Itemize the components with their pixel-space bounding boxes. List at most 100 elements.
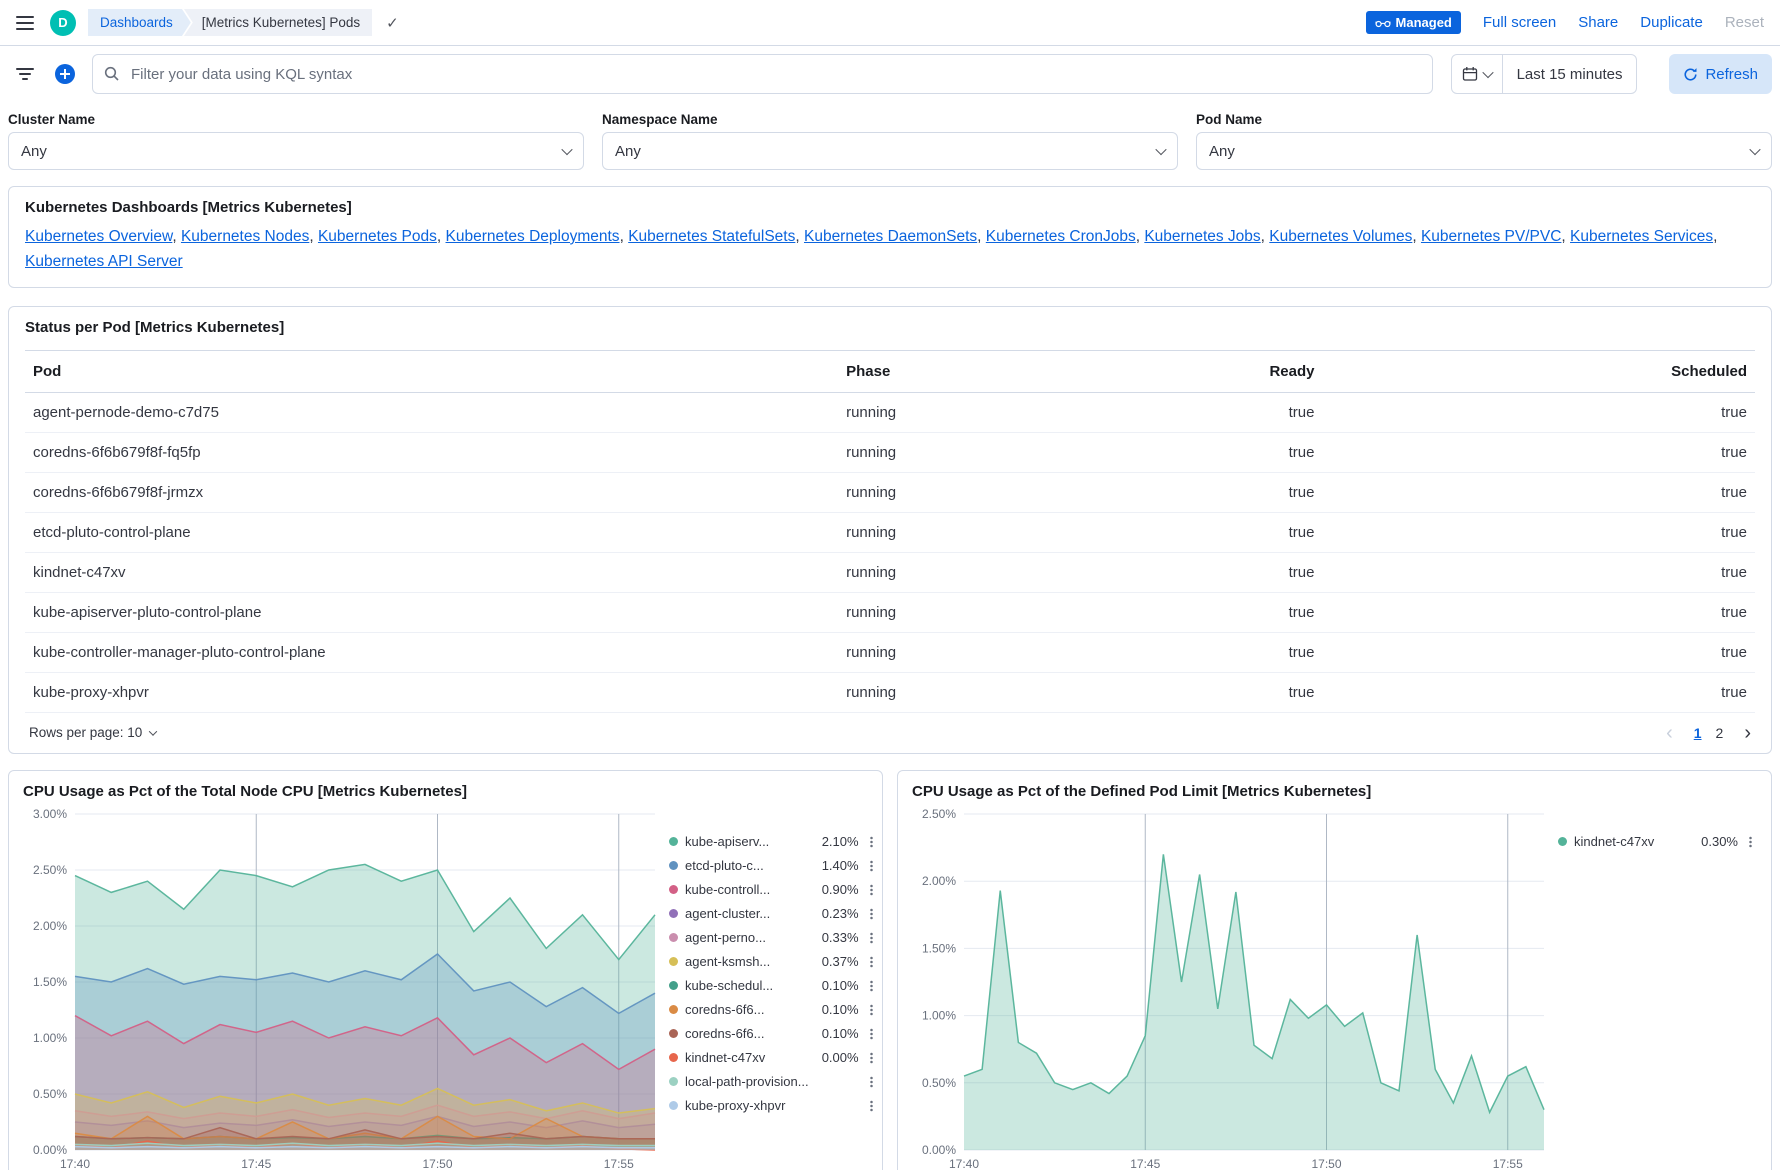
status-table-body: agent-pernode-demo-c7d75runningtruetruec… bbox=[25, 392, 1755, 712]
legend-menu-button[interactable] bbox=[865, 1075, 878, 1089]
series-color-dot bbox=[669, 1077, 678, 1086]
legend-menu-button[interactable] bbox=[865, 1003, 878, 1017]
legend-menu-button[interactable] bbox=[1744, 835, 1757, 849]
refresh-icon bbox=[1683, 67, 1698, 82]
managed-badge[interactable]: Managed bbox=[1366, 11, 1461, 34]
prev-page-button[interactable]: ‹ bbox=[1666, 723, 1673, 743]
duplicate-button[interactable]: Duplicate bbox=[1640, 14, 1703, 31]
svg-text:17:45: 17:45 bbox=[241, 1157, 271, 1170]
pod-name-select[interactable]: Any bbox=[1196, 132, 1772, 170]
table-row: agent-pernode-demo-c7d75runningtruetrue bbox=[25, 392, 1755, 432]
page-number-1[interactable]: 1 bbox=[1694, 725, 1702, 741]
control-label: Cluster Name bbox=[8, 112, 584, 127]
dashboard-link[interactable]: Kubernetes Services bbox=[1570, 228, 1713, 245]
series-color-dot bbox=[669, 1101, 678, 1110]
legend-item[interactable]: kube-proxy-xhpvr bbox=[669, 1094, 878, 1118]
next-page-button[interactable]: › bbox=[1744, 723, 1751, 743]
control-label: Pod Name bbox=[1196, 112, 1772, 127]
full-screen-button[interactable]: Full screen bbox=[1483, 14, 1556, 31]
ready-cell: true bbox=[1098, 552, 1323, 592]
legend-menu-button[interactable] bbox=[865, 907, 878, 921]
date-picker-menu-button[interactable] bbox=[1452, 55, 1503, 93]
links-panel-title: Kubernetes Dashboards [Metrics Kubernete… bbox=[25, 199, 1755, 216]
dashboard-link[interactable]: Kubernetes Pods bbox=[318, 228, 437, 245]
legend-menu-button[interactable] bbox=[865, 1051, 878, 1065]
share-button[interactable]: Share bbox=[1578, 14, 1618, 31]
legend-item[interactable]: agent-cluster...0.23% bbox=[669, 902, 878, 926]
link-separator: , bbox=[1561, 228, 1570, 245]
cpu-limit-chart-body: 0.00%0.50%1.00%1.50%2.00%2.50%17:4017:45… bbox=[912, 804, 1757, 1170]
legend-menu-button[interactable] bbox=[865, 835, 878, 849]
legend-menu-button[interactable] bbox=[865, 1027, 878, 1041]
link-separator: , bbox=[1261, 228, 1270, 245]
breadcrumb-dashboards[interactable]: Dashboards bbox=[88, 9, 191, 37]
cpu-node-chart[interactable]: 0.00%0.50%1.00%1.50%2.00%2.50%3.00%17:40… bbox=[23, 804, 663, 1170]
legend-item[interactable]: kube-controll...0.90% bbox=[669, 878, 878, 902]
rows-per-page-button[interactable]: Rows per page: 10 bbox=[29, 725, 156, 740]
col-header-ready[interactable]: Ready bbox=[1098, 350, 1323, 392]
page-number-2[interactable]: 2 bbox=[1716, 725, 1724, 741]
legend-item[interactable]: kindnet-c47xv0.00% bbox=[669, 1046, 878, 1070]
legend-menu-dots-icon bbox=[865, 907, 878, 921]
legend-item[interactable]: kindnet-c47xv0.30% bbox=[1558, 830, 1757, 854]
dashboard-link[interactable]: Kubernetes CronJobs bbox=[986, 228, 1136, 245]
ready-cell: true bbox=[1098, 512, 1323, 552]
legend-value: 0.23% bbox=[809, 906, 859, 921]
dashboard-link[interactable]: Kubernetes Volumes bbox=[1269, 228, 1412, 245]
refresh-button[interactable]: Refresh bbox=[1669, 54, 1772, 94]
deployment-logo[interactable]: D bbox=[50, 10, 76, 36]
legend-item[interactable]: kube-schedul...0.10% bbox=[669, 974, 878, 998]
legend-item[interactable]: local-path-provision... bbox=[669, 1070, 878, 1094]
legend-item[interactable]: agent-ksmsh...0.37% bbox=[669, 950, 878, 974]
legend-label: coredns-6f6... bbox=[685, 1002, 809, 1017]
legend-menu-button[interactable] bbox=[865, 931, 878, 945]
table-row: kube-controller-manager-pluto-control-pl… bbox=[25, 632, 1755, 672]
cpu-limit-chart-title: CPU Usage as Pct of the Defined Pod Limi… bbox=[912, 783, 1757, 800]
dashboard-link[interactable]: Kubernetes API Server bbox=[25, 253, 183, 270]
namespace-name-select[interactable]: Any bbox=[602, 132, 1178, 170]
add-control-button[interactable] bbox=[48, 55, 82, 93]
cluster-name-select[interactable]: Any bbox=[8, 132, 584, 170]
phase-cell: running bbox=[838, 632, 1098, 672]
legend-menu-button[interactable] bbox=[865, 955, 878, 969]
legend-value: 0.00% bbox=[809, 1050, 859, 1065]
legend-value: 0.30% bbox=[1688, 834, 1738, 849]
legend-item[interactable]: agent-perno...0.33% bbox=[669, 926, 878, 950]
kql-search-input[interactable] bbox=[92, 54, 1433, 94]
legend-menu-button[interactable] bbox=[865, 859, 878, 873]
legend-menu-button[interactable] bbox=[865, 883, 878, 897]
dashboard-link[interactable]: Kubernetes Overview bbox=[25, 228, 172, 245]
dashboard-link[interactable]: Kubernetes Jobs bbox=[1144, 228, 1260, 245]
legend-label: agent-ksmsh... bbox=[685, 954, 809, 969]
legend-item[interactable]: coredns-6f6...0.10% bbox=[669, 998, 878, 1022]
legend-menu-button[interactable] bbox=[865, 979, 878, 993]
dashboard-link[interactable]: Kubernetes DaemonSets bbox=[804, 228, 977, 245]
selected-value: Any bbox=[21, 143, 47, 160]
dashboard-link[interactable]: Kubernetes Deployments bbox=[446, 228, 620, 245]
reset-button[interactable]: Reset bbox=[1725, 14, 1764, 31]
legend-value: 0.10% bbox=[809, 978, 859, 993]
cpu-limit-chart[interactable]: 0.00%0.50%1.00%1.50%2.00%2.50%17:4017:45… bbox=[912, 804, 1552, 1170]
menu-button[interactable] bbox=[12, 12, 38, 34]
dashboard-link[interactable]: Kubernetes Nodes bbox=[181, 228, 309, 245]
rows-per-page-label: Rows per page: 10 bbox=[29, 725, 142, 740]
control-namespace-name: Namespace Name Any bbox=[602, 112, 1178, 170]
ready-cell: true bbox=[1098, 472, 1323, 512]
legend-item[interactable]: coredns-6f6...0.10% bbox=[669, 1022, 878, 1046]
time-range-button[interactable]: Last 15 minutes bbox=[1503, 66, 1637, 83]
dashboard-link[interactable]: Kubernetes PV/PVC bbox=[1421, 228, 1561, 245]
series-color-dot bbox=[669, 1053, 678, 1062]
col-header-pod[interactable]: Pod bbox=[25, 350, 838, 392]
legend-item[interactable]: etcd-pluto-c...1.40% bbox=[669, 854, 878, 878]
legend-menu-button[interactable] bbox=[865, 1099, 878, 1113]
filters-settings-button[interactable] bbox=[8, 55, 42, 93]
pod-cell: kindnet-c47xv bbox=[25, 552, 838, 592]
dashboard-link[interactable]: Kubernetes StatefulSets bbox=[628, 228, 795, 245]
legend-item[interactable]: kube-apiserv...2.10% bbox=[669, 830, 878, 854]
col-header-scheduled[interactable]: Scheduled bbox=[1322, 350, 1755, 392]
col-header-phase[interactable]: Phase bbox=[838, 350, 1098, 392]
legend-label: kindnet-c47xv bbox=[685, 1050, 809, 1065]
phase-cell: running bbox=[838, 432, 1098, 472]
breadcrumb-current[interactable]: [Metrics Kubernetes] Pods bbox=[184, 9, 372, 37]
legend-menu-dots-icon bbox=[865, 859, 878, 873]
